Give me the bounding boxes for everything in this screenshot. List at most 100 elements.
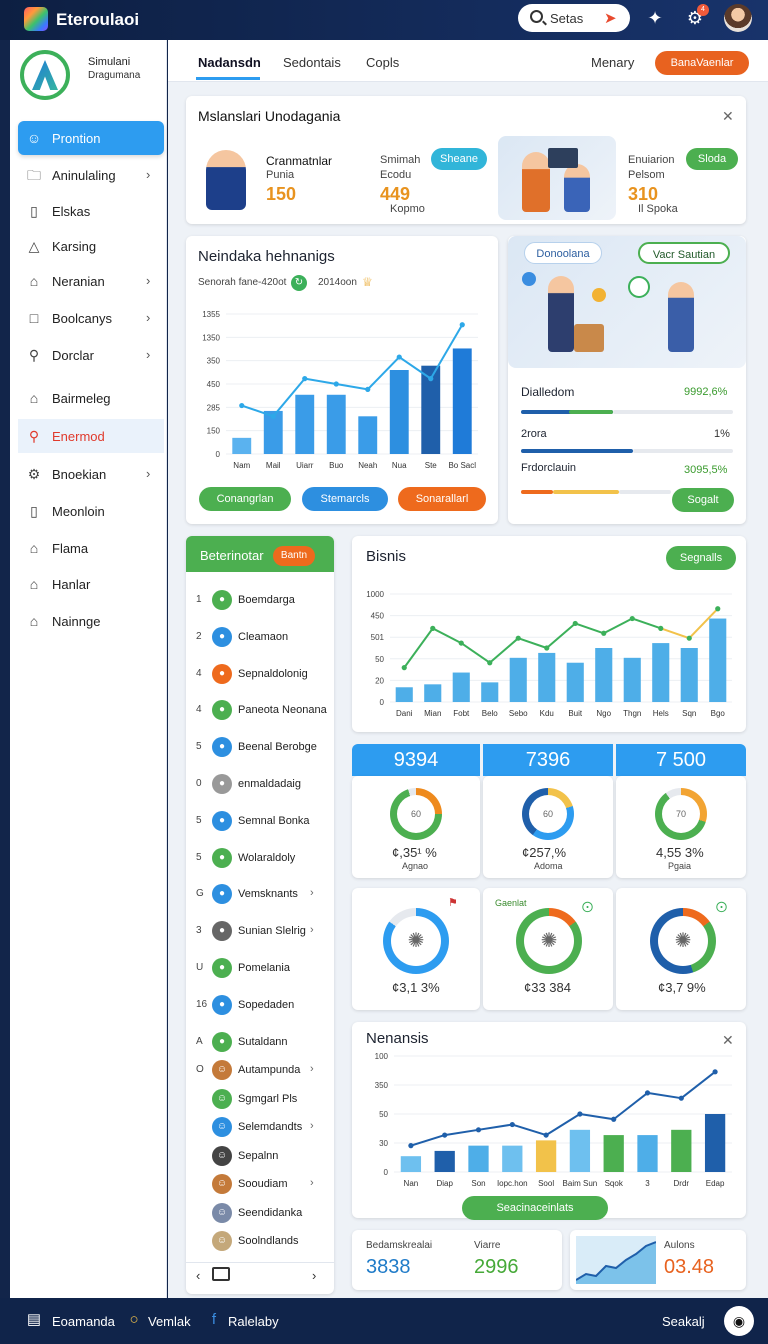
bottom-stat3-label: Aulons — [664, 1240, 695, 1251]
sidebar-item-nainnge[interactable]: ⌂ Nainnge — [18, 604, 164, 638]
sidebar-item-bairmeleg[interactable]: ⌂ Bairmeleg — [18, 381, 164, 415]
list-item[interactable]: 3 ● Sunian Slelrig › — [192, 917, 330, 947]
stat2-value: ¢257,% — [522, 845, 567, 860]
header-action-button[interactable]: BanaVaenlar — [655, 51, 749, 75]
tab-sedontais[interactable]: Sedontais — [283, 55, 341, 70]
data-point — [408, 1143, 414, 1149]
bar — [569, 1129, 591, 1172]
bottom-item-3[interactable]: Ralelaby — [228, 1314, 279, 1329]
chart1-button-2[interactable]: Stemarcls — [302, 487, 388, 511]
refresh-icon[interactable]: ↻ — [291, 275, 307, 291]
list-item-number: 4 — [196, 667, 202, 679]
sidebar-item-flama[interactable]: ⌂ Flama — [18, 531, 164, 565]
x-tick-label: Sool — [538, 1179, 554, 1188]
tab-nadansdn[interactable]: Nadansdn — [198, 55, 261, 70]
search-icon — [530, 10, 543, 23]
sidebar-item-dorclar[interactable]: ⚲ Dorclar › — [18, 338, 164, 372]
calendar-icon[interactable] — [212, 1267, 230, 1281]
sidebar-item-neranian[interactable]: ⌂ Neranian › — [18, 264, 164, 298]
bottom-item-1[interactable]: Eoamanda — [52, 1314, 115, 1329]
bottom-item-2[interactable]: Vemlak — [148, 1314, 191, 1329]
sidebar-item-aninulaling[interactable]: 🗀 Aninulaling › — [18, 158, 164, 192]
user-avatar[interactable] — [724, 4, 752, 32]
p2-pill[interactable]: Sheane — [431, 148, 487, 170]
sidebar-item-meonloin[interactable]: ▯ Meonloin — [18, 494, 164, 528]
x-tick-label: Kdu — [540, 709, 554, 718]
document-icon: ▯ — [30, 503, 38, 519]
stat3-sub: Pgaia — [668, 861, 692, 871]
chevron-right-icon[interactable]: › — [312, 1268, 316, 1283]
close-icon[interactable]: ✕ — [722, 108, 734, 125]
list-item[interactable]: 5 ● Beenal Berobge — [192, 733, 330, 763]
list-item[interactable]: 5 ● Wolaraldoly — [192, 844, 330, 874]
list-item[interactable]: 4 ● Sepnaldolonig — [192, 660, 330, 690]
app-logo-icon — [24, 7, 48, 31]
x-tick-label: Ngo — [596, 709, 611, 718]
list-item[interactable]: 16 ● Sopedaden — [192, 991, 330, 1021]
promo-button[interactable]: Sogalt — [672, 488, 734, 512]
list-item-label: Boemdarga — [238, 594, 295, 606]
promo-pill-1[interactable]: Donoolana — [524, 242, 602, 264]
list-item[interactable]: ☺ Seendidanka — [192, 1199, 330, 1229]
p3-pill[interactable]: Sloda — [686, 148, 738, 170]
list-item[interactable]: 0 ● enmaldadaig — [192, 770, 330, 800]
list-item[interactable]: ☺ Sooudiam › — [192, 1170, 330, 1200]
list-item-icon: ● — [212, 663, 232, 684]
list-item-label: Sepnaldolonig — [238, 667, 308, 680]
list-item[interactable]: 1 ● Boemdarga — [192, 586, 330, 616]
series-line — [647, 1091, 682, 1100]
chart3-button[interactable]: Seacinaceinlats — [462, 1196, 608, 1220]
stat2-head: 7396 — [483, 744, 613, 776]
chart2-button[interactable]: Segnalls — [666, 546, 736, 570]
sidebar-item-enermod[interactable]: ⚲ Enermod — [18, 419, 164, 453]
list-item[interactable]: ☺ Soolndlands — [192, 1227, 330, 1257]
list-item[interactable]: ☺ Sepalnn — [192, 1142, 330, 1172]
menu-link[interactable]: Menary — [591, 55, 634, 70]
chat-icon[interactable]: ◉ — [724, 1306, 754, 1336]
chart1-button-1[interactable]: Conangrlan — [199, 487, 291, 511]
list-item[interactable]: ☺ Selemdandts › — [192, 1113, 330, 1143]
database-icon[interactable]: ▤ — [24, 1310, 44, 1330]
list-item-icon: ● — [212, 774, 232, 794]
list-item[interactable]: 5 ● Semnal Bonka — [192, 807, 330, 837]
list-item[interactable]: 2 ● Cleamaon — [192, 623, 330, 653]
list-item-label: Sgmgarl Pls — [238, 1092, 298, 1105]
sidebar-item-hanlar[interactable]: ⌂ Hanlar — [18, 567, 164, 601]
list-item[interactable]: G ● Vemsknants › — [192, 880, 330, 910]
tab-copls[interactable]: Copls — [366, 55, 399, 70]
promo-pill-2[interactable]: Vacr Sautian — [638, 242, 730, 264]
list-item[interactable]: U ● Pomelania — [192, 954, 330, 984]
chevron-left-icon[interactable]: ‹ — [196, 1268, 200, 1283]
sidebar-item-karsing[interactable]: △ Karsing — [18, 229, 164, 263]
x-tick-label: Drdr — [674, 1179, 690, 1188]
list-card-badge[interactable]: Bantn — [273, 546, 315, 566]
list-item[interactable]: O ☺ Autampunda › — [192, 1056, 330, 1086]
list-item-label: Cleamaon — [238, 630, 289, 643]
list-item-icon: ☺ — [212, 1088, 232, 1109]
y-tick-label: 100 — [375, 1052, 389, 1061]
close-icon[interactable]: ✕ — [722, 1032, 734, 1049]
sidebar-item-boolcanys[interactable]: □ Boolcanys › — [18, 301, 164, 335]
chart1-button-3[interactable]: Sonarallarl — [398, 487, 486, 511]
sidebar-item-prontion[interactable]: ☺ Prontion — [18, 121, 164, 155]
search-input[interactable]: Setas ➤ — [518, 4, 630, 32]
home-icon: ⌂ — [29, 273, 39, 289]
list-item-label: Vemsknants — [238, 888, 298, 901]
bottom-right-link[interactable]: Seakalj — [662, 1314, 705, 1329]
sidebar-item-bnoekian[interactable]: ⚙ Bnoekian › — [18, 457, 164, 491]
list-item[interactable]: A ● Sutaldann — [192, 1028, 330, 1058]
list-item[interactable]: 4 ● Paneota Neonana — [192, 696, 330, 726]
brand-logo — [20, 50, 70, 100]
list-item[interactable]: ☺ Sgmgarl Pls — [192, 1085, 330, 1115]
home-icon: ⌂ — [29, 576, 39, 592]
sidebar-item-elskas[interactable]: ▯ Elskas — [18, 194, 164, 228]
puzzle-icon[interactable]: ✦ — [643, 6, 667, 30]
fan-icon: ✺ — [658, 916, 708, 966]
facebook-icon[interactable]: f — [204, 1310, 224, 1330]
chart1-title: Neindaka hehnanigs — [198, 248, 335, 265]
bar — [535, 1140, 557, 1172]
circle-icon[interactable]: ○ — [124, 1310, 144, 1330]
y-tick-label: 450 — [207, 380, 221, 389]
chevron-right-icon: › — [310, 924, 314, 937]
y-tick-label: 0 — [216, 450, 221, 459]
